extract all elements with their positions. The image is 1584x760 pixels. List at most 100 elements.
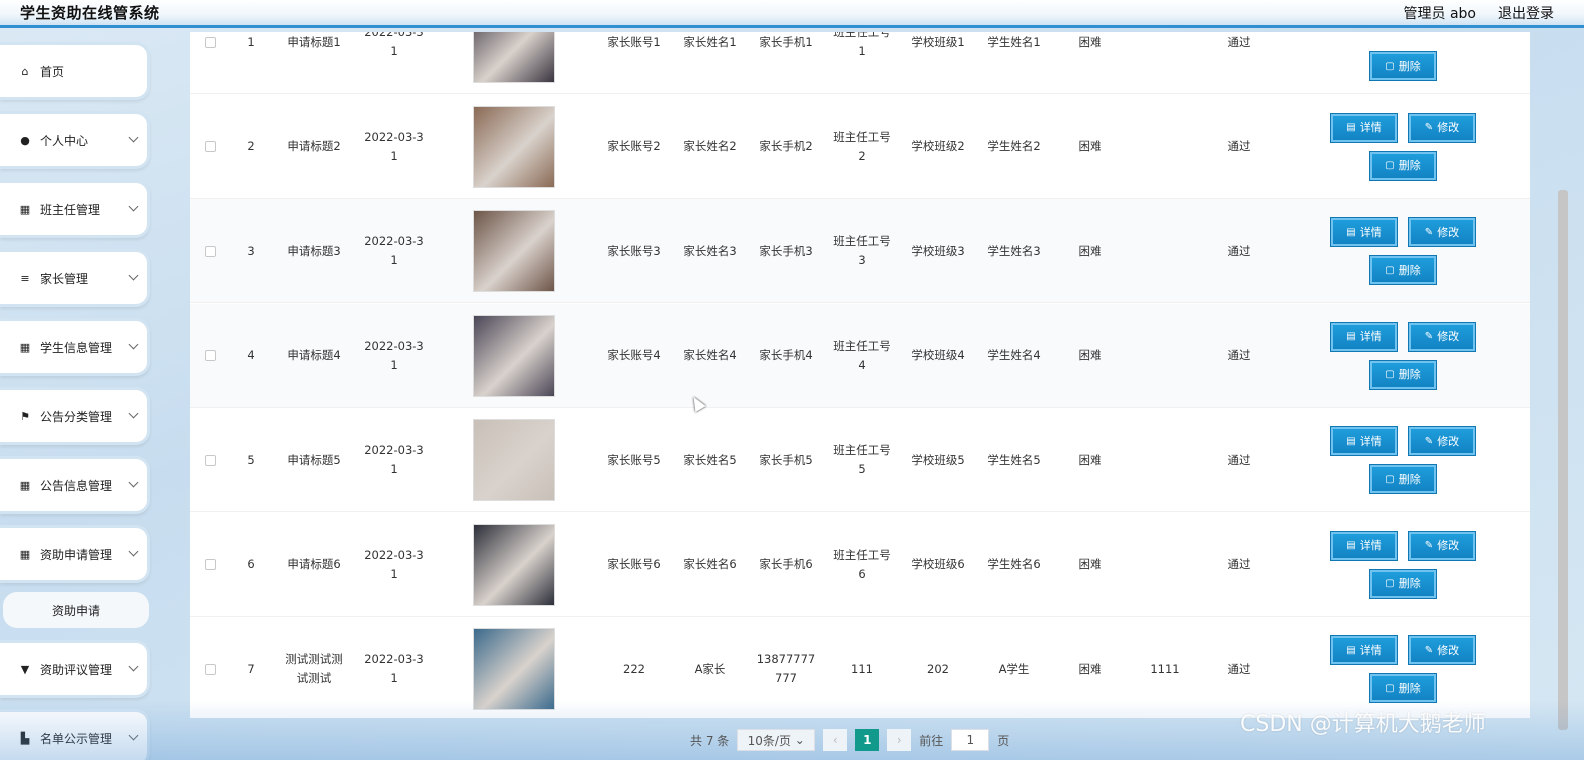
sidebar-item[interactable]: ● 个人中心 bbox=[0, 111, 150, 169]
detail-button[interactable]: ▤ 详情 bbox=[1331, 322, 1397, 351]
row-checkbox[interactable] bbox=[204, 663, 216, 675]
delete-button[interactable]: ▢ 删除 bbox=[1370, 151, 1436, 180]
sidebar-subitem-apply[interactable]: 资助申请 bbox=[3, 592, 149, 628]
detail-button[interactable]: ▤ 详情 bbox=[1331, 531, 1397, 560]
current-user[interactable]: 管理员 abo bbox=[1404, 3, 1476, 23]
student-photo[interactable] bbox=[473, 105, 555, 188]
edit-button[interactable]: ✎ 修改 bbox=[1409, 531, 1475, 560]
row-checkbox-cell[interactable] bbox=[190, 513, 230, 617]
row-checkbox-cell[interactable] bbox=[190, 304, 230, 408]
button-label: 详情 bbox=[1359, 330, 1382, 343]
edit-icon: ✎ bbox=[1424, 122, 1434, 133]
chevron-down-icon bbox=[128, 132, 139, 143]
button-label: 修改 bbox=[1437, 434, 1460, 448]
sidebar-item[interactable]: ▦ 学生信息管理 bbox=[0, 318, 150, 376]
trash-icon: ▢ bbox=[1385, 160, 1395, 171]
parent-name: 家长姓名5 bbox=[683, 452, 737, 467]
goto-page-input[interactable]: 1 bbox=[951, 729, 990, 751]
document-icon: ▤ bbox=[1346, 644, 1356, 656]
button-label: 详情 bbox=[1359, 434, 1382, 448]
row-checkbox-cell[interactable] bbox=[190, 199, 230, 303]
next-page-button[interactable]: › bbox=[887, 729, 912, 751]
trash-icon: ▢ bbox=[1385, 264, 1395, 276]
sidebar-item[interactable]: ▼ 资助评议管理 bbox=[0, 640, 150, 698]
edit-button[interactable]: ✎ 修改 bbox=[1409, 113, 1475, 142]
table-row: 6 申请标题6 2022-03-3 1 家长账号6 家长姓名6 家长手机6 班主任工号 6 学… bbox=[190, 513, 1530, 617]
school-class: 学校班级3 bbox=[911, 243, 965, 258]
review-result: 通过 bbox=[1227, 452, 1251, 467]
row-actions: ▢ 删除 bbox=[1276, 32, 1530, 94]
review-result: 通过 bbox=[1227, 557, 1251, 571]
delete-button[interactable]: ▢ 删除 bbox=[1370, 256, 1436, 284]
sidebar-item[interactable]: ▦ 公告信息管理 bbox=[0, 456, 150, 514]
parent-phone: 家长手机4 bbox=[759, 348, 813, 362]
page-suffix: 页 bbox=[997, 733, 1010, 748]
edit-icon: ✎ bbox=[1424, 435, 1434, 447]
table-row: 4 申请标题4 2022-03-3 1 家长账号4 家长姓名4 家长手机4 班主任工号 4 学… bbox=[190, 303, 1530, 408]
edit-button[interactable]: ✎ 修改 bbox=[1409, 427, 1475, 455]
edit-button[interactable]: ✎ 修改 bbox=[1409, 636, 1475, 664]
edit-button[interactable]: ✎ 修改 bbox=[1409, 218, 1475, 246]
row-checkbox-cell[interactable] bbox=[190, 95, 230, 199]
parent-name: 家长姓名2 bbox=[683, 139, 737, 153]
scrollbar[interactable] bbox=[1558, 190, 1568, 730]
delete-button[interactable]: ▢ 删除 bbox=[1370, 360, 1436, 389]
student-name: 学生姓名1 bbox=[987, 34, 1041, 49]
edit-button[interactable]: ✎ 修改 bbox=[1409, 322, 1475, 351]
row-checkbox-cell[interactable] bbox=[190, 408, 230, 512]
apply-title: 申请标题3 bbox=[287, 243, 341, 258]
detail-button[interactable]: ▤ 详情 bbox=[1331, 636, 1397, 664]
document-icon: ▤ bbox=[1346, 435, 1356, 447]
detail-button[interactable]: ▤ 详情 bbox=[1331, 218, 1397, 246]
school-class: 学校班级6 bbox=[911, 557, 965, 571]
detail-button[interactable]: ▤ 详情 bbox=[1331, 427, 1397, 455]
delete-button[interactable]: ▢ 删除 bbox=[1370, 569, 1436, 598]
apply-date: 2022-03-3 1 bbox=[364, 338, 424, 372]
detail-button[interactable]: ▤ 详情 bbox=[1331, 113, 1397, 142]
sidebar-item[interactable]: ≡ 家长管理 bbox=[0, 249, 150, 307]
table-row: 3 申请标题3 2022-03-3 1 家长账号3 家长姓名3 家长手机3 班主任工号 3 学… bbox=[190, 199, 1530, 303]
student-name: 学生姓名5 bbox=[987, 452, 1041, 467]
page-size-select[interactable]: 10条/页 ⌄ bbox=[737, 729, 816, 751]
sidebar-item[interactable]: ⚑ 公告分类管理 bbox=[0, 387, 150, 445]
sidebar-item-label: 个人中心 bbox=[40, 133, 89, 148]
student-photo[interactable] bbox=[473, 523, 555, 606]
teacher-id: 班主任工号 3 bbox=[833, 234, 891, 267]
row-checkbox-cell[interactable] bbox=[190, 32, 230, 94]
row-checkbox[interactable] bbox=[204, 36, 216, 48]
delete-button[interactable]: ▢ 删除 bbox=[1370, 465, 1436, 493]
photo-cell bbox=[432, 32, 596, 94]
logout-link[interactable]: 退出登录 bbox=[1498, 3, 1554, 23]
delete-button[interactable]: ▢ 删除 bbox=[1370, 674, 1436, 702]
row-checkbox[interactable] bbox=[204, 245, 216, 257]
button-label: 详情 bbox=[1359, 121, 1382, 134]
student-photo[interactable] bbox=[473, 32, 555, 83]
delete-button[interactable]: ▢ 删除 bbox=[1370, 52, 1436, 80]
sidebar-item[interactable]: ▦ 资助申请管理 bbox=[0, 525, 150, 583]
photo-cell bbox=[432, 513, 596, 617]
student-photo[interactable] bbox=[473, 628, 555, 710]
top-bar: 学生资助在线管系统 管理员 abo 退出登录 bbox=[0, 0, 1584, 28]
chevron-down-icon bbox=[128, 201, 139, 212]
apply-date: 2022-03-3 1 bbox=[364, 547, 424, 581]
student-photo[interactable] bbox=[473, 210, 555, 292]
row-checkbox[interactable] bbox=[204, 559, 216, 570]
student-photo[interactable] bbox=[473, 419, 555, 501]
amount bbox=[1128, 95, 1202, 199]
row-actions: ▤ 详情 ✎ 修改 ▢ 删除 bbox=[1276, 199, 1530, 303]
student-photo[interactable] bbox=[473, 314, 555, 397]
row-checkbox[interactable] bbox=[204, 141, 216, 152]
row-checkbox[interactable] bbox=[204, 454, 216, 466]
parent-account: 家长账号1 bbox=[607, 34, 661, 49]
amount bbox=[1128, 304, 1202, 408]
current-page[interactable]: 1 bbox=[855, 729, 880, 751]
sidebar-item[interactable]: ▦ 班主任管理 bbox=[0, 180, 150, 238]
photo-cell bbox=[432, 199, 596, 303]
row-index: 5 bbox=[247, 452, 255, 467]
trash-icon: ▢ bbox=[1385, 578, 1395, 589]
apply-date: 2022-03-3 1 bbox=[364, 234, 424, 267]
trash-icon: ▢ bbox=[1385, 473, 1395, 485]
row-checkbox[interactable] bbox=[204, 350, 216, 361]
prev-page-button[interactable]: ‹ bbox=[823, 729, 848, 751]
sidebar-item[interactable]: ⌂ 首页 bbox=[0, 42, 150, 100]
